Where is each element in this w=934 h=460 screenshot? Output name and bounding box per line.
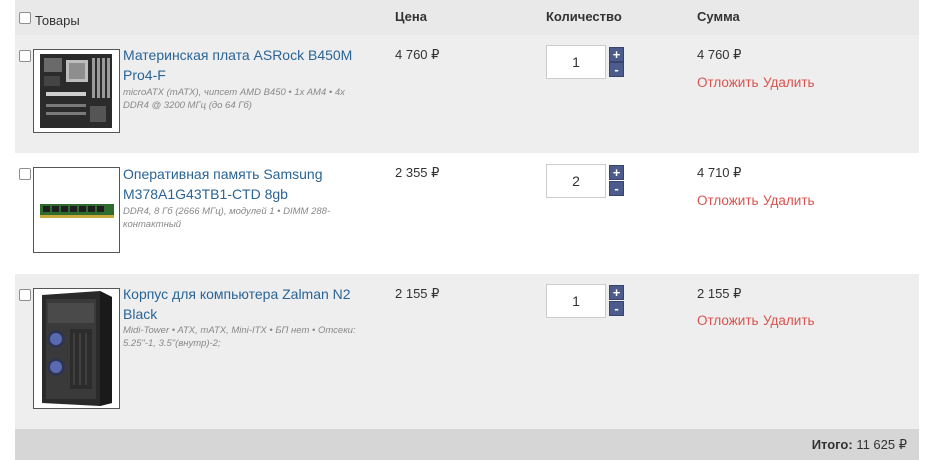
quantity-decrease-button[interactable]: - [609,301,624,316]
delete-button[interactable]: Удалить [763,313,815,328]
quantity-input[interactable]: 1 [546,45,606,79]
quantity-increase-button[interactable]: + [609,47,624,62]
row-checkbox[interactable] [19,168,31,180]
quantity-increase-button[interactable]: + [609,285,624,300]
item-sum: 4 760 ₽ [697,47,742,62]
quantity-input[interactable]: 1 [546,284,606,318]
cart-row: Корпус для компьютера Zalman N2 Black Mi… [15,274,919,429]
product-link[interactable]: Корпус для компьютера Zalman N2 Black [123,284,373,324]
select-all-checkbox[interactable] [19,12,31,24]
postpone-button[interactable]: Отложить [697,313,759,328]
delete-button[interactable]: Удалить [763,75,815,90]
cart-row: Оперативная память Samsung M378A1G43TB1-… [15,153,919,274]
product-description: Midi-Tower • ATX, mATX, Mini-ITX • БП не… [123,325,356,349]
cart-table: Товары Цена Количество Сумма Материнская… [15,0,919,460]
product-link[interactable]: Материнская плата ASRock B450M Pro4-F [123,45,373,85]
item-sum: 4 710 ₽ [697,165,742,180]
total-value: 11 625 ₽ [856,437,907,452]
pc-case-image[interactable] [33,288,120,409]
item-sum: 2 155 ₽ [697,286,742,301]
row-checkbox[interactable] [19,50,31,62]
total-label: Итого: [811,437,853,452]
cart-row: Материнская плата ASRock B450M Pro4-F mi… [15,35,919,153]
cart-total: Итого: 11 625 ₽ [812,437,907,453]
row-checkbox[interactable] [19,289,31,301]
header-quantity: Количество [546,9,622,24]
product-description: microATX (mATX), чипсет AMD B450 • 1x AM… [123,87,345,111]
motherboard-image[interactable] [33,49,120,133]
item-price: 2 155 ₽ [395,286,440,301]
header-goods: Товары [35,13,80,28]
postpone-button[interactable]: Отложить [697,193,759,208]
postpone-button[interactable]: Отложить [697,75,759,90]
quantity-increase-button[interactable]: + [609,165,624,180]
item-price: 4 760 ₽ [395,47,440,62]
ram-module-image[interactable] [33,167,120,253]
quantity-input[interactable]: 2 [546,164,606,198]
quantity-decrease-button[interactable]: - [609,181,624,196]
cart-header: Товары Цена Количество Сумма [15,0,919,35]
cart-total-bar: Итого: 11 625 ₽ [15,429,919,460]
header-sum: Сумма [697,9,740,24]
product-description: DDR4, 8 Гб (2666 МГц), модулей 1 • DIMM … [123,206,331,230]
item-price: 2 355 ₽ [395,165,440,180]
delete-button[interactable]: Удалить [763,193,815,208]
quantity-decrease-button[interactable]: - [609,62,624,77]
header-price: Цена [395,9,427,24]
product-link[interactable]: Оперативная память Samsung M378A1G43TB1-… [123,164,373,204]
